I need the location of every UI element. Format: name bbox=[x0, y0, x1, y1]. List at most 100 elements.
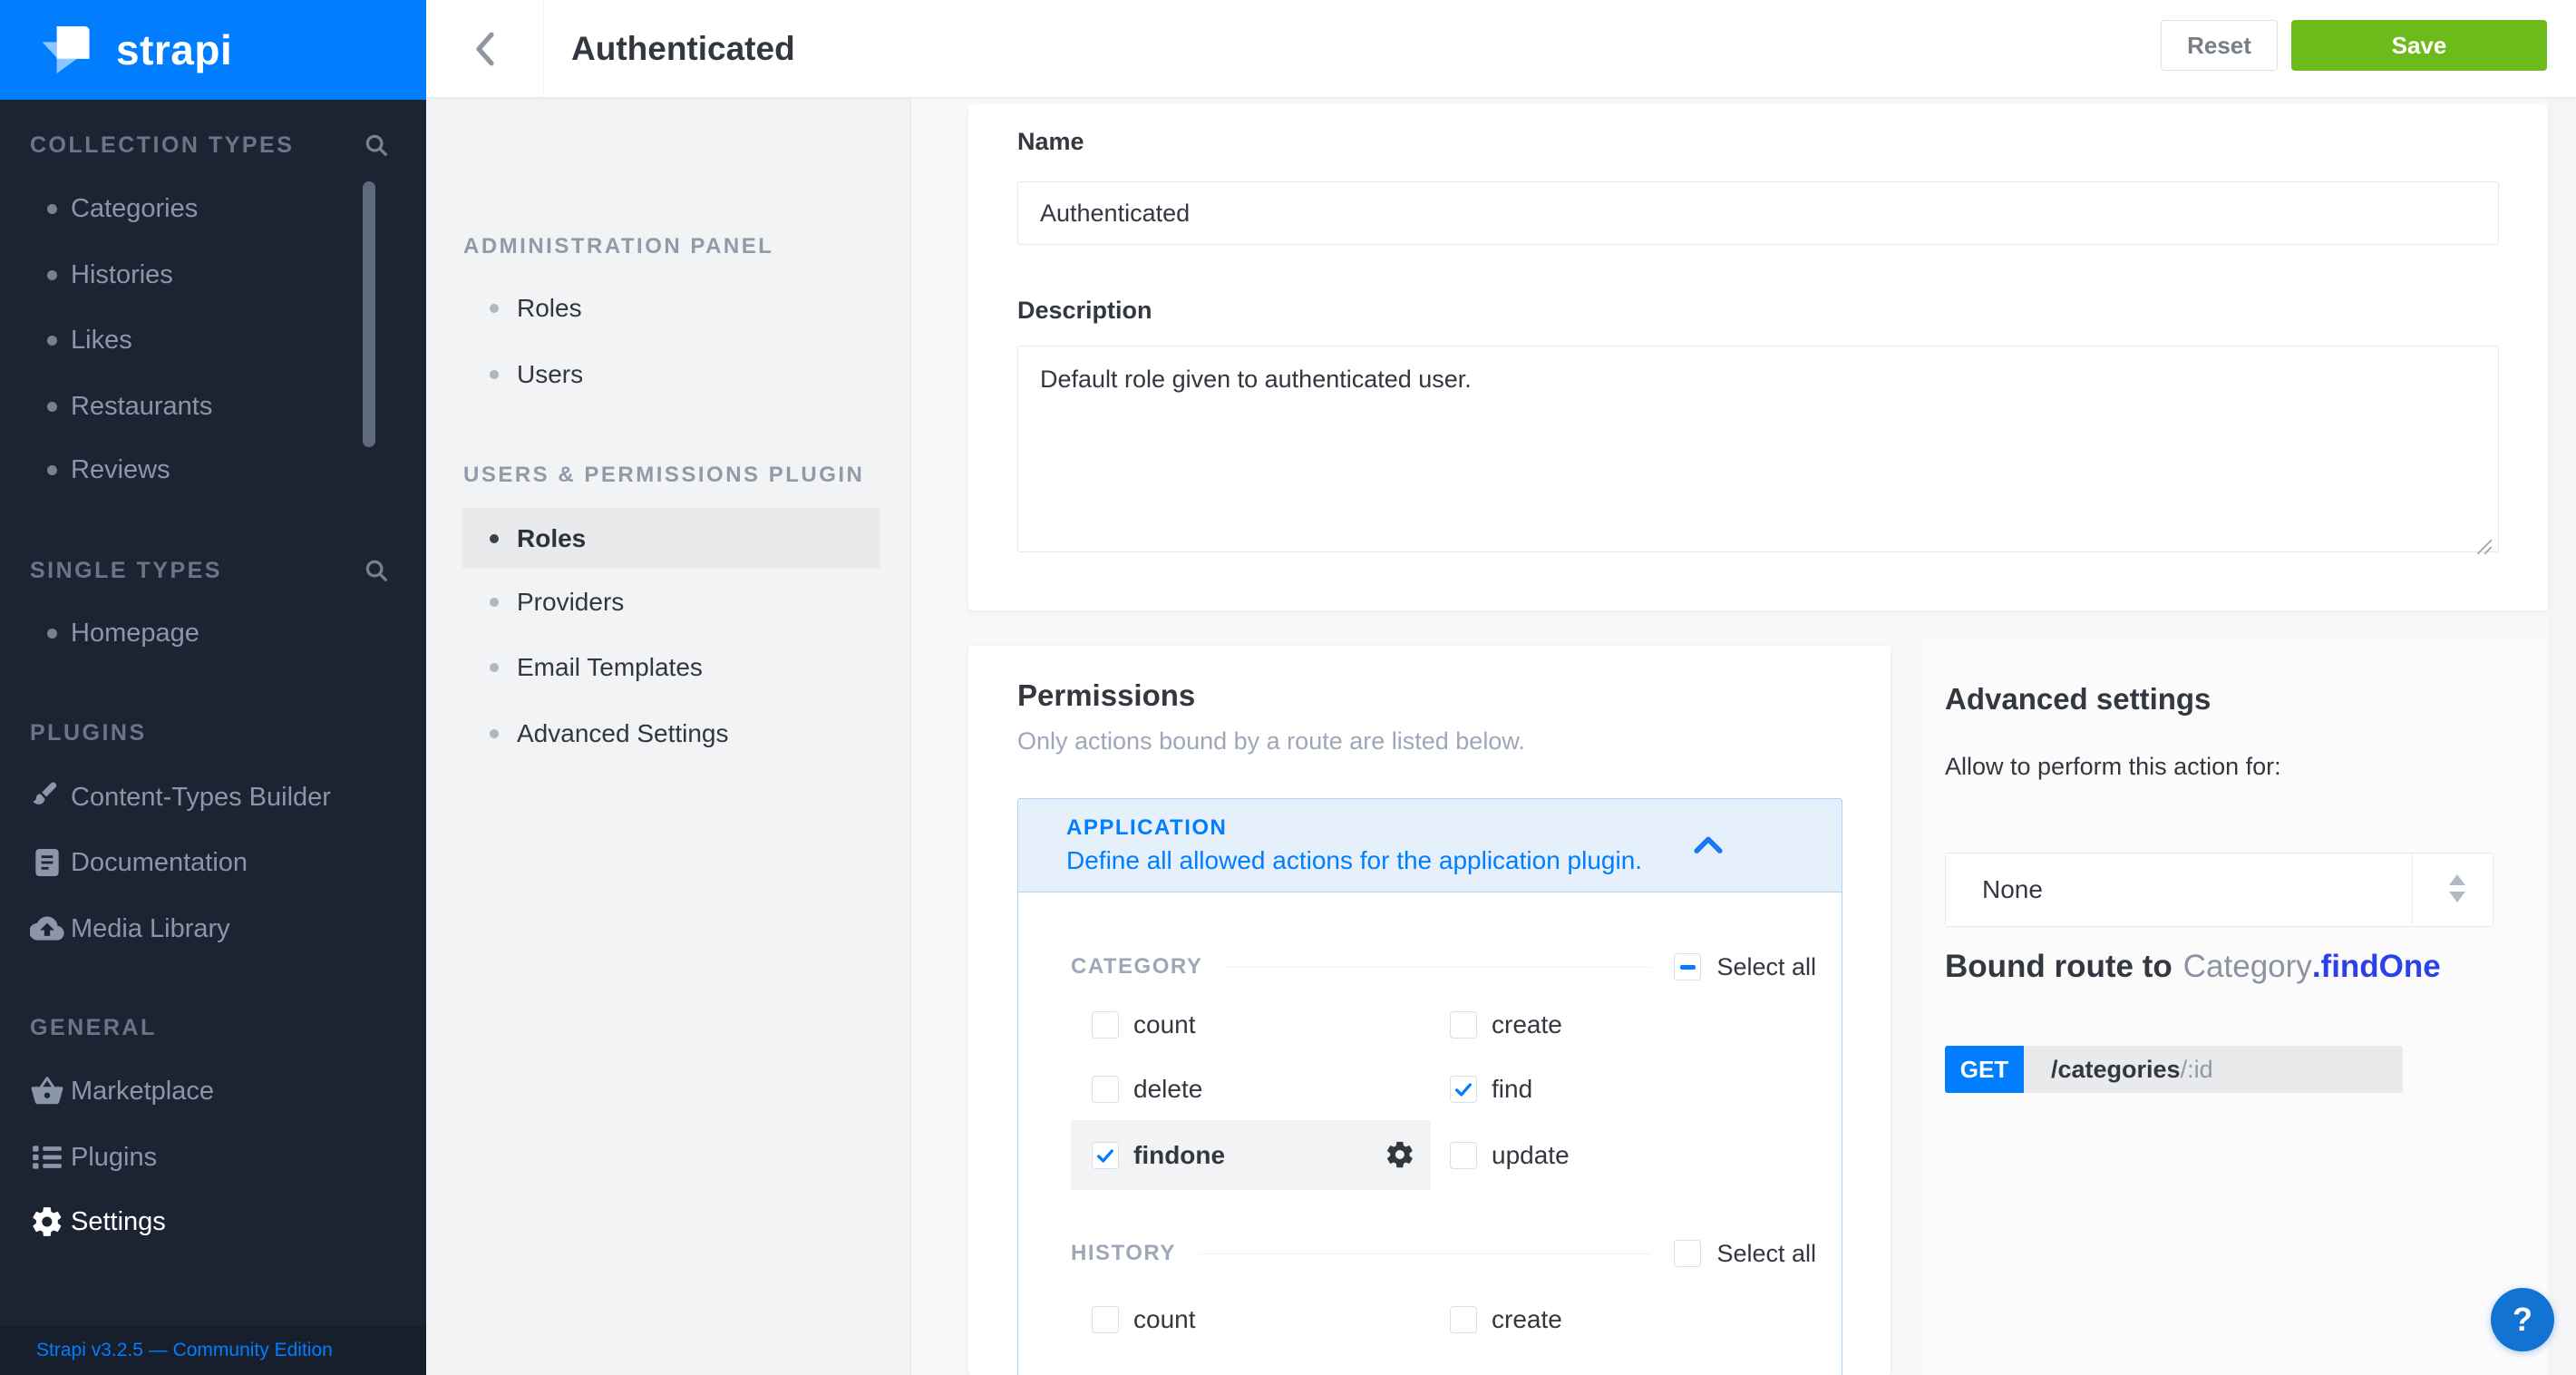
permission-action: create bbox=[1450, 1302, 1562, 1338]
main-sidebar: strapi COLLECTION TYPES Categories Histo… bbox=[0, 0, 426, 1375]
policy-select-value: None bbox=[1982, 853, 2043, 926]
search-icon[interactable] bbox=[363, 132, 390, 159]
indeterminate-icon bbox=[1680, 965, 1696, 970]
subnav-item-up-roles[interactable]: Roles bbox=[462, 508, 880, 569]
category-select-all-checkbox[interactable] bbox=[1674, 953, 1701, 980]
sidebar-item-content-types-builder[interactable]: Content-Types Builder bbox=[0, 777, 426, 817]
count-checkbox[interactable] bbox=[1092, 1011, 1119, 1039]
sidebar-item-plugins[interactable]: Plugins bbox=[0, 1137, 426, 1177]
subnav-item-advanced-settings[interactable]: Advanced Settings bbox=[426, 711, 911, 756]
permissions-subtitle: Only actions bound by a route are listed… bbox=[1017, 727, 1525, 756]
single-types-heading: SINGLE TYPES bbox=[0, 558, 222, 584]
bound-route-prefix: Bound route to bbox=[1945, 949, 2173, 984]
page-scrollbar-track[interactable] bbox=[2548, 97, 2576, 1375]
main-content: Name Description Default role given to a… bbox=[911, 97, 2576, 1375]
bullet-icon bbox=[47, 465, 57, 475]
divider bbox=[1226, 967, 1650, 968]
subnav-item-providers[interactable]: Providers bbox=[426, 580, 911, 625]
subnav-item-admin-users[interactable]: Users bbox=[426, 352, 911, 397]
category-group-header: CATEGORY Select all bbox=[1018, 949, 1843, 985]
general-heading: GENERAL bbox=[0, 1015, 157, 1041]
admin-panel-heading-row: ADMINISTRATION PANEL bbox=[426, 224, 911, 269]
divider bbox=[1200, 1253, 1651, 1254]
back-button[interactable] bbox=[426, 0, 544, 97]
sidebar-scrollbar-thumb[interactable] bbox=[363, 181, 375, 447]
application-accordion: APPLICATION Define all allowed actions f… bbox=[1017, 798, 1842, 1375]
sidebar-item-media-library[interactable]: Media Library bbox=[0, 909, 426, 949]
description-label: Description bbox=[1017, 297, 1152, 325]
reset-button[interactable]: Reset bbox=[2161, 20, 2278, 71]
policy-select[interactable]: None bbox=[1945, 853, 2493, 927]
basket-icon bbox=[30, 1074, 64, 1108]
gear-icon bbox=[30, 1204, 64, 1239]
check-icon bbox=[1095, 1146, 1115, 1165]
paintbrush-icon bbox=[30, 780, 64, 814]
permissions-card: Permissions Only actions bound by a rout… bbox=[968, 646, 1891, 1375]
bound-route-heading: Bound route toCategory.findOne bbox=[1945, 949, 2441, 985]
bullet-icon bbox=[490, 304, 499, 313]
divider bbox=[2412, 853, 2413, 926]
history-count-checkbox[interactable] bbox=[1092, 1306, 1119, 1333]
home-logo-link[interactable]: strapi bbox=[0, 0, 426, 100]
question-mark-icon: ? bbox=[2513, 1301, 2532, 1339]
history-group-header: HISTORY Select all bbox=[1018, 1235, 1843, 1272]
history-create-checkbox[interactable] bbox=[1450, 1306, 1477, 1333]
name-input[interactable] bbox=[1017, 181, 2499, 245]
search-icon[interactable] bbox=[363, 557, 390, 584]
delete-checkbox[interactable] bbox=[1092, 1076, 1119, 1103]
permission-action: create bbox=[1450, 1007, 1562, 1043]
permissions-title: Permissions bbox=[1017, 678, 1195, 713]
findone-checkbox[interactable] bbox=[1092, 1142, 1119, 1169]
check-icon bbox=[1453, 1079, 1473, 1099]
subnav-item-email-templates[interactable]: Email Templates bbox=[426, 645, 911, 690]
page-header: Authenticated Reset Save bbox=[426, 0, 2576, 97]
page-title: Authenticated bbox=[571, 0, 795, 97]
application-accordion-body: CATEGORY Select all count create bbox=[1017, 892, 1842, 1375]
sidebar-item-homepage[interactable]: Homepage bbox=[0, 613, 426, 653]
application-accordion-header[interactable]: APPLICATION Define all allowed actions f… bbox=[1017, 798, 1842, 892]
sidebar-item-reviews[interactable]: Reviews bbox=[0, 450, 426, 490]
history-select-all-checkbox[interactable] bbox=[1674, 1240, 1701, 1267]
bullet-icon bbox=[490, 663, 499, 672]
permission-action: find bbox=[1450, 1071, 1532, 1107]
sidebar-item-settings[interactable]: Settings bbox=[0, 1202, 426, 1242]
version-link[interactable]: Strapi v3.2.5 — Community Edition bbox=[36, 1340, 333, 1361]
admin-panel-heading: ADMINISTRATION PANEL bbox=[426, 234, 773, 259]
bullet-icon bbox=[490, 370, 499, 379]
description-textarea[interactable]: Default role given to authenticated user… bbox=[1017, 346, 2499, 552]
bullet-icon bbox=[490, 534, 499, 543]
update-checkbox[interactable] bbox=[1450, 1142, 1477, 1169]
up-plugin-heading: USERS & PERMISSIONS PLUGIN bbox=[426, 463, 864, 488]
group-name: CATEGORY bbox=[1071, 954, 1202, 980]
sidebar-footer: Strapi v3.2.5 — Community Edition bbox=[0, 1326, 426, 1375]
book-icon bbox=[30, 845, 64, 880]
settings-sub-sidebar: ADMINISTRATION PANEL Roles Users USERS &… bbox=[426, 97, 911, 1375]
select-all-label: Select all bbox=[1716, 953, 1816, 981]
plugin-name: APPLICATION bbox=[1066, 815, 1227, 841]
permission-action: count bbox=[1092, 1007, 1196, 1043]
select-all-label: Select all bbox=[1716, 1240, 1816, 1268]
plugins-heading-row: PLUGINS bbox=[0, 713, 426, 753]
find-checkbox[interactable] bbox=[1450, 1076, 1477, 1103]
bullet-icon bbox=[47, 336, 57, 346]
subnav-item-admin-roles[interactable]: Roles bbox=[426, 286, 911, 331]
http-method-badge: GET bbox=[1945, 1046, 2024, 1093]
help-button[interactable]: ? bbox=[2491, 1288, 2554, 1351]
collection-types-heading: COLLECTION TYPES bbox=[0, 132, 294, 159]
sidebar-item-marketplace[interactable]: Marketplace bbox=[0, 1071, 426, 1111]
sidebar-item-documentation[interactable]: Documentation bbox=[0, 843, 426, 883]
chevron-up-icon bbox=[1693, 834, 1724, 855]
bullet-icon bbox=[47, 204, 57, 214]
group-name: HISTORY bbox=[1071, 1241, 1176, 1266]
general-heading-row: GENERAL bbox=[0, 1008, 426, 1048]
cloud-upload-icon bbox=[30, 912, 64, 946]
findone-settings-gear-icon[interactable] bbox=[1385, 1139, 1415, 1170]
plugin-description: Define all allowed actions for the appli… bbox=[1066, 846, 1642, 875]
single-types-heading-row: SINGLE TYPES bbox=[0, 551, 426, 590]
logo-text: strapi bbox=[116, 25, 232, 74]
create-checkbox[interactable] bbox=[1450, 1011, 1477, 1039]
name-label: Name bbox=[1017, 128, 1084, 156]
save-button[interactable]: Save bbox=[2291, 20, 2547, 71]
bound-route-bar: GET /categories/:id bbox=[1945, 1046, 2403, 1093]
allow-action-label: Allow to perform this action for: bbox=[1945, 753, 2281, 781]
